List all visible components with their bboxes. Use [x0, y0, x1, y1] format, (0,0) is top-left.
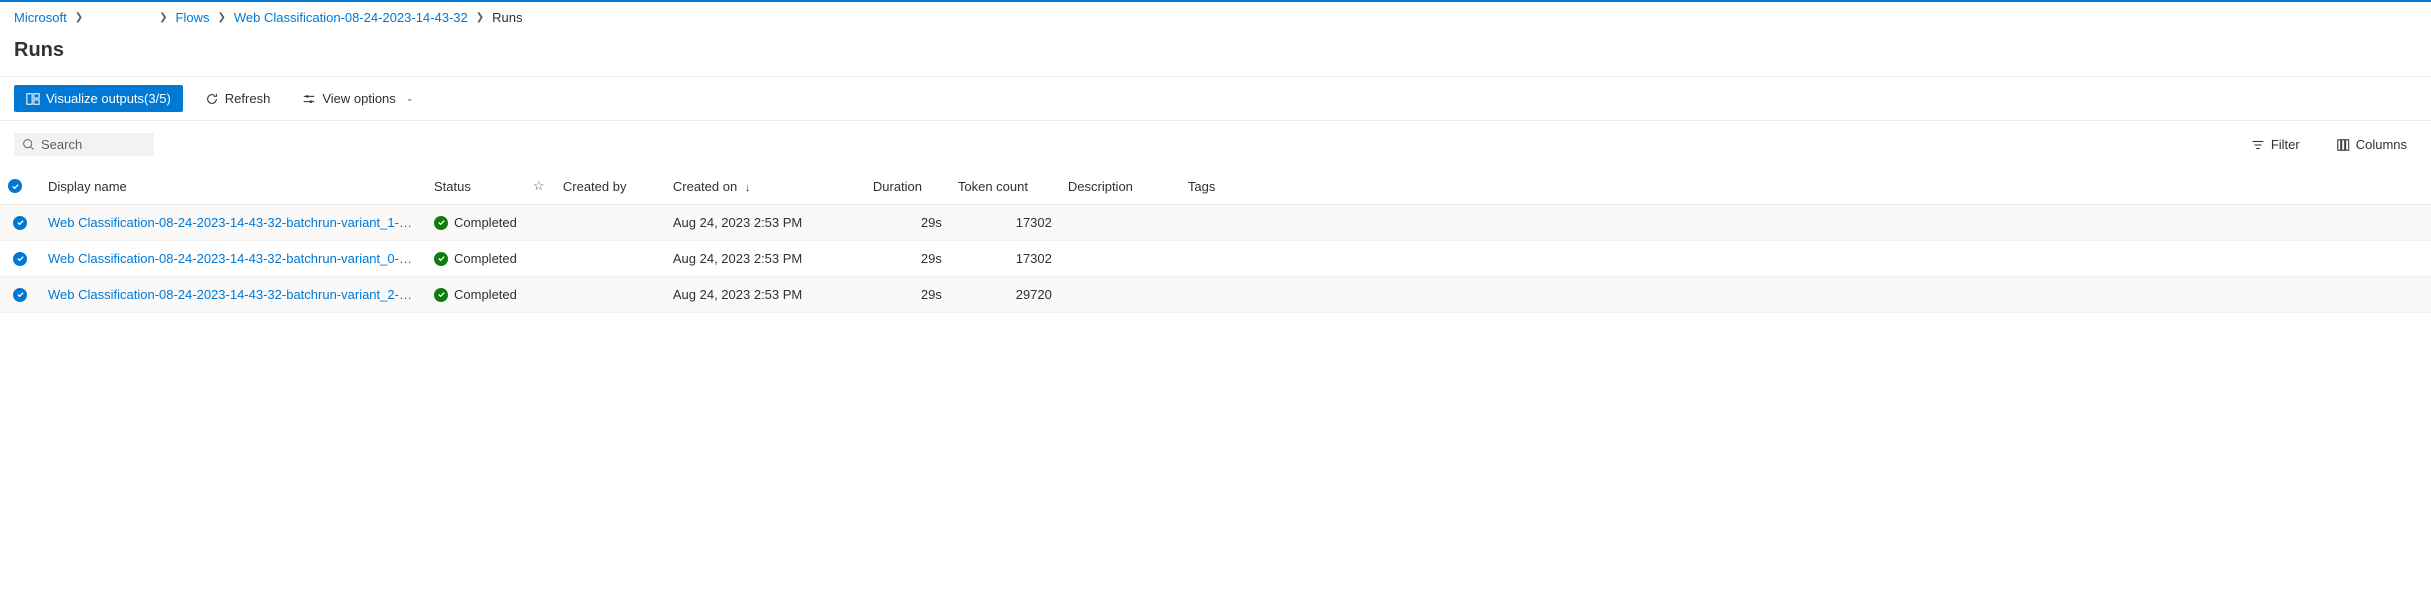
- status-text: Completed: [454, 287, 517, 302]
- duration-cell: 29s: [865, 205, 950, 241]
- created-on-cell: Aug 24, 2023 2:53 PM: [665, 205, 865, 241]
- sort-down-icon: ↓: [745, 182, 751, 194]
- token-count-cell: 17302: [950, 241, 1060, 277]
- duration-cell: 29s: [865, 277, 950, 313]
- header-tags[interactable]: Tags: [1180, 168, 1300, 205]
- header-select-all[interactable]: [0, 168, 40, 205]
- chevron-right-icon: ❯: [75, 12, 83, 23]
- refresh-button[interactable]: Refresh: [195, 85, 281, 112]
- filter-icon: [2251, 138, 2265, 152]
- created-on-cell: Aug 24, 2023 2:53 PM: [665, 277, 865, 313]
- status-complete-icon: [434, 252, 448, 266]
- table-row[interactable]: Web Classification-08-24-2023-14-43-32-b…: [0, 277, 2431, 313]
- chevron-right-icon: ❯: [217, 12, 225, 23]
- chevron-down-icon: ⌄: [406, 93, 414, 104]
- tags-cell: [1180, 205, 1300, 241]
- visualize-outputs-label: Visualize outputs(3/5): [46, 91, 171, 106]
- row-checkbox[interactable]: [13, 288, 27, 302]
- row-checkbox[interactable]: [13, 252, 27, 266]
- tags-cell: [1180, 277, 1300, 313]
- header-status[interactable]: Status: [426, 168, 525, 205]
- created-by-cell: [555, 241, 665, 277]
- view-options-button[interactable]: View options ⌄: [292, 85, 423, 112]
- view-options-label: View options: [322, 91, 395, 106]
- chevron-right-icon: ❯: [476, 12, 484, 23]
- refresh-icon: [205, 92, 219, 106]
- tags-cell: [1180, 241, 1300, 277]
- search-box[interactable]: [14, 133, 154, 156]
- description-cell: [1060, 241, 1180, 277]
- header-duration[interactable]: Duration: [865, 168, 950, 205]
- visualize-icon: [26, 92, 40, 106]
- toolbar: Visualize outputs(3/5) Refresh View opti…: [0, 76, 2431, 121]
- status-complete-icon: [434, 288, 448, 302]
- token-count-cell: 29720: [950, 277, 1060, 313]
- star-icon: ☆: [533, 178, 545, 193]
- table-header-row: Display name Status ☆ Created by Created…: [0, 168, 2431, 205]
- token-count-cell: 17302: [950, 205, 1060, 241]
- runs-table: Display name Status ☆ Created by Created…: [0, 168, 2431, 313]
- page-header: Runs: [0, 33, 2431, 76]
- description-cell: [1060, 277, 1180, 313]
- run-name-link[interactable]: Web Classification-08-24-2023-14-43-32-b…: [48, 251, 418, 266]
- columns-icon: [2336, 138, 2350, 152]
- status-text: Completed: [454, 215, 517, 230]
- view-options-icon: [302, 92, 316, 106]
- columns-label: Columns: [2356, 137, 2407, 152]
- header-display-name[interactable]: Display name: [40, 168, 426, 205]
- filter-button[interactable]: Filter: [2241, 131, 2310, 158]
- visualize-outputs-button[interactable]: Visualize outputs(3/5): [14, 85, 183, 112]
- filter-label: Filter: [2271, 137, 2300, 152]
- header-description[interactable]: Description: [1060, 168, 1180, 205]
- breadcrumb-link-flows[interactable]: Flows: [176, 10, 210, 25]
- search-input[interactable]: [41, 137, 146, 152]
- header-token-count[interactable]: Token count: [950, 168, 1060, 205]
- created-on-cell: Aug 24, 2023 2:53 PM: [665, 241, 865, 277]
- columns-button[interactable]: Columns: [2326, 131, 2417, 158]
- breadcrumb-current: Runs: [492, 10, 522, 25]
- header-created-on[interactable]: Created on ↓: [665, 168, 865, 205]
- table-row[interactable]: Web Classification-08-24-2023-14-43-32-b…: [0, 205, 2431, 241]
- run-name-link[interactable]: Web Classification-08-24-2023-14-43-32-b…: [48, 215, 418, 230]
- header-created-by[interactable]: Created by: [555, 168, 665, 205]
- refresh-label: Refresh: [225, 91, 271, 106]
- search-icon: [22, 138, 35, 151]
- header-created-on-text: Created on: [673, 179, 737, 194]
- row-checkbox[interactable]: [13, 216, 27, 230]
- table-row[interactable]: Web Classification-08-24-2023-14-43-32-b…: [0, 241, 2431, 277]
- status-text: Completed: [454, 251, 517, 266]
- created-by-cell: [555, 277, 665, 313]
- breadcrumb-link-flow-name[interactable]: Web Classification-08-24-2023-14-43-32: [234, 10, 468, 25]
- chevron-right-icon: ❯: [159, 12, 167, 23]
- duration-cell: 29s: [865, 241, 950, 277]
- run-name-link[interactable]: Web Classification-08-24-2023-14-43-32-b…: [48, 287, 418, 302]
- breadcrumb: Microsoft ❯ ❯ Flows ❯ Web Classification…: [0, 2, 2431, 33]
- check-circle-icon[interactable]: [8, 179, 22, 193]
- breadcrumb-link-root[interactable]: Microsoft: [14, 10, 67, 25]
- header-spacer: [1300, 168, 2431, 205]
- description-cell: [1060, 205, 1180, 241]
- created-by-cell: [555, 205, 665, 241]
- status-complete-icon: [434, 216, 448, 230]
- header-star[interactable]: ☆: [525, 168, 555, 205]
- page-title: Runs: [14, 39, 2417, 62]
- subtoolbar: Filter Columns: [0, 121, 2431, 168]
